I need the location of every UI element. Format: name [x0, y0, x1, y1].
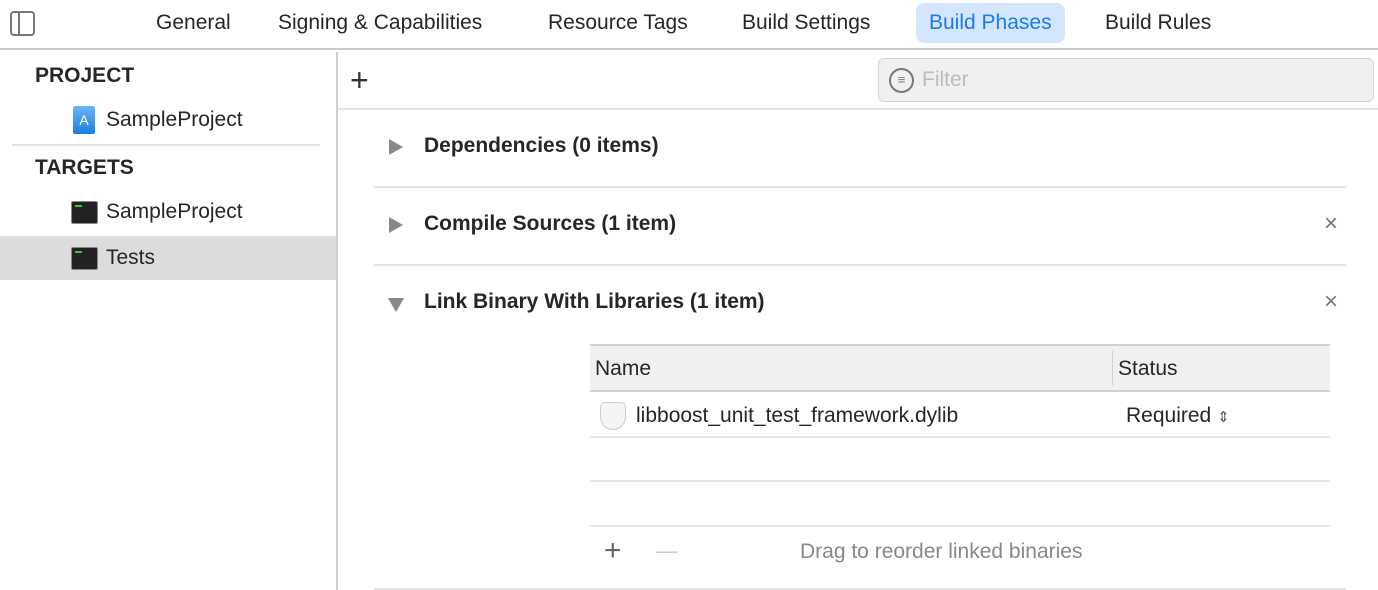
- table-header: Name Status: [590, 344, 1330, 392]
- sidebar-item-project[interactable]: A SampleProject: [0, 98, 336, 142]
- add-library-button[interactable]: +: [604, 534, 622, 568]
- divider: [590, 525, 1330, 527]
- phase-compile-sources[interactable]: Compile Sources (1 item) ×: [374, 188, 1346, 266]
- status-select[interactable]: Required ⇕: [1126, 404, 1230, 428]
- sidebar-item-target-sampleproject[interactable]: SampleProject: [0, 190, 336, 234]
- disclosure-triangle-icon[interactable]: [389, 139, 403, 155]
- status-value: Required: [1126, 404, 1212, 427]
- close-icon[interactable]: ×: [1324, 210, 1338, 238]
- column-divider: [1112, 351, 1113, 385]
- tab-signing-capabilities[interactable]: Signing & Capabilities: [265, 3, 495, 43]
- phase-title: Compile Sources (1 item): [424, 212, 677, 235]
- remove-library-button[interactable]: —: [656, 538, 678, 564]
- library-table: Name Status libboost_unit_test_framework…: [590, 344, 1330, 584]
- terminal-icon: [71, 247, 98, 270]
- phase-title: Dependencies (0 items): [424, 134, 659, 157]
- tab-general[interactable]: General: [143, 3, 244, 43]
- divider: [12, 144, 320, 146]
- filter-placeholder: Filter: [922, 68, 969, 91]
- column-header-status[interactable]: Status: [1118, 357, 1178, 381]
- sidebar-item-target-tests[interactable]: Tests: [0, 236, 336, 280]
- sidebar: PROJECT A SampleProject TARGETS SamplePr…: [0, 52, 338, 590]
- phase-dependencies[interactable]: Dependencies (0 items): [374, 110, 1346, 188]
- targets-header: TARGETS: [35, 156, 134, 179]
- xcode-project-icon: A: [73, 106, 95, 134]
- tab-bar: General Signing & Capabilities Resource …: [0, 0, 1378, 50]
- table-row[interactable]: libboost_unit_test_framework.dylib Requi…: [590, 392, 1330, 438]
- project-header: PROJECT: [35, 64, 135, 87]
- tab-build-settings[interactable]: Build Settings: [729, 3, 883, 43]
- divider: [590, 480, 1330, 482]
- add-phase-button[interactable]: +: [350, 62, 369, 98]
- sidebar-item-label: SampleProject: [106, 108, 243, 131]
- close-icon[interactable]: ×: [1324, 288, 1338, 316]
- tab-resource-tags[interactable]: Resource Tags: [535, 3, 701, 43]
- disclosure-triangle-icon[interactable]: [388, 298, 404, 312]
- sidebar-toggle-icon[interactable]: [10, 11, 35, 36]
- phase-title: Link Binary With Libraries (1 item): [424, 290, 765, 313]
- terminal-icon: [71, 201, 98, 224]
- up-down-chevron-icon: ⇕: [1217, 409, 1230, 426]
- library-icon: [600, 402, 626, 430]
- column-header-name[interactable]: Name: [595, 357, 651, 381]
- tab-build-rules[interactable]: Build Rules: [1092, 3, 1224, 43]
- filter-icon: ≡: [889, 68, 914, 93]
- sidebar-item-label: SampleProject: [106, 200, 243, 223]
- filter-field[interactable]: ≡ Filter: [878, 58, 1374, 102]
- sidebar-item-label: Tests: [106, 246, 156, 269]
- drag-hint: Drag to reorder linked binaries: [800, 540, 1083, 563]
- library-name: libboost_unit_test_framework.dylib: [636, 404, 959, 427]
- tab-build-phases[interactable]: Build Phases: [916, 3, 1065, 43]
- disclosure-triangle-icon[interactable]: [389, 217, 403, 233]
